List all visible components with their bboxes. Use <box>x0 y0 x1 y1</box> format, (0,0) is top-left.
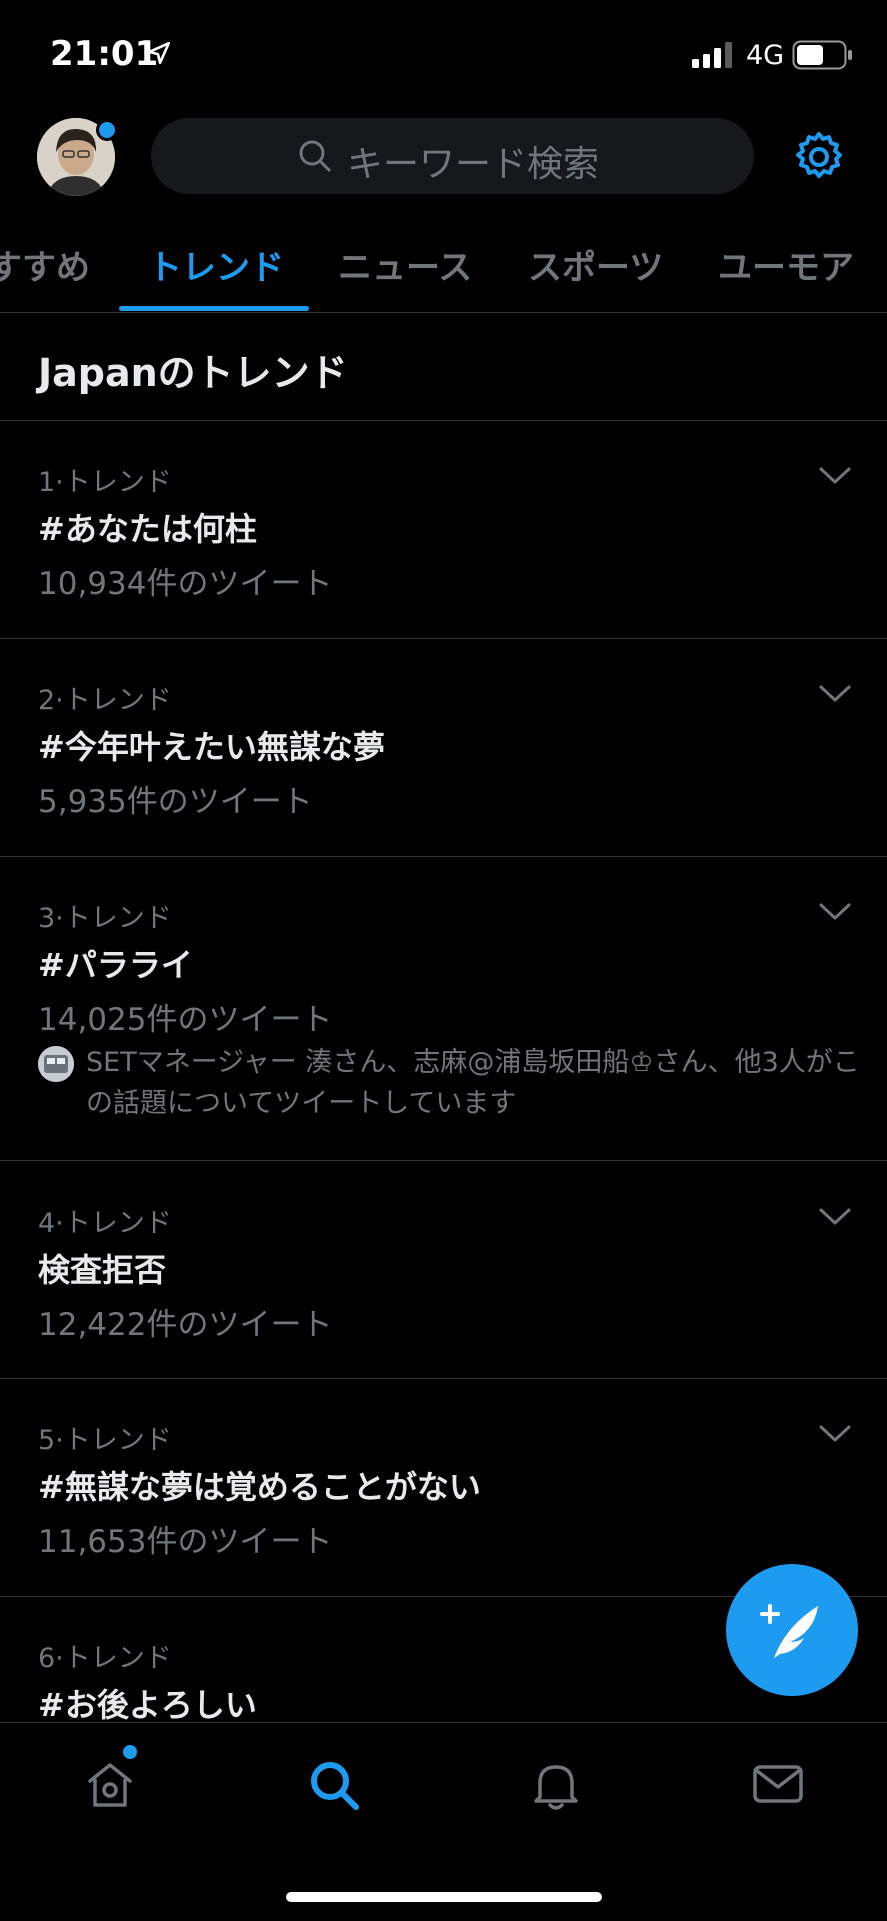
trend-rank: 2·トレンド <box>38 685 172 716</box>
search-input[interactable]: キーワード検索 <box>151 118 754 194</box>
trend-tweet-count: 5,935件のツイート <box>38 784 313 820</box>
search-placeholder: キーワード検索 <box>347 144 600 185</box>
divider <box>0 856 887 857</box>
avatar <box>38 1046 74 1082</box>
chevron-down-icon[interactable] <box>818 1424 852 1448</box>
section-title: Japanのトレンド <box>38 351 348 395</box>
notification-dot <box>123 1745 137 1759</box>
chevron-down-icon[interactable] <box>818 684 852 708</box>
battery-icon <box>792 40 854 74</box>
gear-icon[interactable] <box>792 130 846 188</box>
notification-dot <box>96 119 118 141</box>
divider <box>0 1160 887 1161</box>
trend-tweet-count: 10,934件のツイート <box>38 566 333 602</box>
compose-tweet-icon <box>760 1604 818 1658</box>
trend-tweet-count: 12,422件のツイート <box>38 1307 333 1343</box>
trend-rank: 1·トレンド <box>38 467 172 498</box>
explore-tabs: すすめ トレンド ニュース スポーツ ユーモア <box>0 230 887 313</box>
trend-name: 検査拒否 <box>38 1251 167 1289</box>
location-arrow-icon <box>146 40 172 70</box>
cellular-signal-icon <box>692 42 736 72</box>
search-icon[interactable] <box>308 1759 362 1817</box>
compose-tweet-button[interactable] <box>726 1564 858 1696</box>
social-context-text: SETマネージャー 湊さん、志麻@浦島坂田船♔さん、他3人がこの話題についてツイ… <box>86 1047 860 1119</box>
divider <box>0 1378 887 1379</box>
status-time: 21:01 <box>50 34 159 74</box>
tab-trending[interactable]: トレンド <box>148 240 284 289</box>
divider <box>0 420 887 421</box>
trend-name: #あなたは何柱 <box>38 510 257 548</box>
active-tab-indicator <box>119 306 309 311</box>
trend-rank: 4·トレンド <box>38 1208 172 1239</box>
trend-tweet-count: 11,653件のツイート <box>38 1524 333 1560</box>
trend-name: #無謀な夢は覚めることがない <box>38 1468 481 1506</box>
trend-name: #お後よろしい <box>38 1686 257 1724</box>
trend-rank: 3·トレンド <box>38 903 172 934</box>
chevron-down-icon[interactable] <box>818 1207 852 1231</box>
home-indicator <box>286 1892 602 1902</box>
chevron-down-icon[interactable] <box>818 466 852 490</box>
home-icon[interactable] <box>84 1759 136 1815</box>
tab-for-you[interactable]: すすめ <box>0 240 90 289</box>
divider <box>0 638 887 639</box>
chevron-down-icon[interactable] <box>818 902 852 926</box>
mail-icon[interactable] <box>751 1759 805 1813</box>
tab-news[interactable]: ニュース <box>338 240 472 289</box>
tab-sports[interactable]: スポーツ <box>528 240 663 289</box>
tab-humor[interactable]: ユーモア <box>718 240 854 289</box>
status-bar: 21:01 4G <box>0 0 887 110</box>
trend-rank: 6·トレンド <box>38 1643 172 1674</box>
search-icon <box>297 138 333 178</box>
trend-name: #パラライ <box>38 946 193 984</box>
bell-icon[interactable] <box>530 1759 582 1817</box>
network-type: 4G <box>746 40 785 71</box>
trend-tweet-count: 14,025件のツイート <box>38 1002 333 1038</box>
trend-rank: 5·トレンド <box>38 1425 172 1456</box>
trend-name: #今年叶えたい無謀な夢 <box>38 728 385 766</box>
